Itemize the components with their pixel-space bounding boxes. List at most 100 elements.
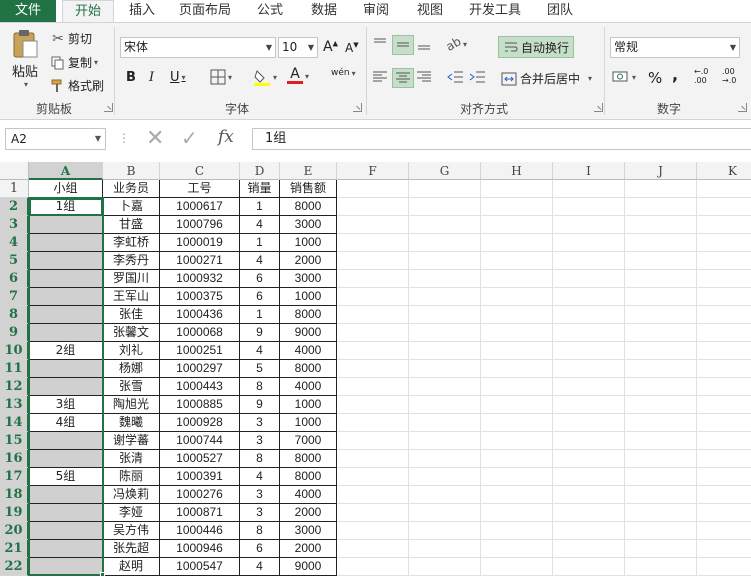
header-cell[interactable]: 销售额 — [280, 180, 337, 198]
cell[interactable] — [409, 252, 481, 270]
borders-button[interactable]: ▾ — [210, 69, 232, 85]
formula-input[interactable]: 1组 — [252, 128, 751, 150]
cell[interactable] — [697, 234, 751, 252]
cell[interactable] — [337, 252, 409, 270]
column-header-i[interactable]: I — [553, 162, 625, 180]
orientation-button[interactable]: ab ▾ — [444, 34, 467, 54]
decrease-font-button[interactable]: A▼ — [345, 41, 359, 55]
cell[interactable] — [337, 270, 409, 288]
cell[interactable] — [553, 198, 625, 216]
table-cell[interactable] — [29, 306, 103, 324]
table-cell[interactable]: 张馨文 — [103, 324, 160, 342]
row-header-2[interactable]: 2 — [0, 198, 29, 216]
table-cell[interactable]: 6 — [240, 270, 280, 288]
table-cell[interactable]: 1000885 — [160, 396, 240, 414]
table-cell[interactable]: 1000796 — [160, 216, 240, 234]
cell[interactable] — [409, 342, 481, 360]
table-cell[interactable]: 3 — [240, 414, 280, 432]
column-header-f[interactable]: F — [337, 162, 409, 180]
table-cell[interactable]: 3 — [240, 504, 280, 522]
cell[interactable] — [409, 504, 481, 522]
table-cell[interactable]: 4 — [240, 252, 280, 270]
table-cell[interactable] — [29, 432, 103, 450]
cell[interactable] — [337, 342, 409, 360]
cell[interactable] — [481, 450, 553, 468]
font-launcher-icon[interactable] — [353, 103, 362, 112]
tab-data[interactable]: 数据 — [302, 0, 346, 22]
align-middle-button[interactable] — [392, 35, 414, 55]
cell[interactable] — [409, 180, 481, 198]
cell[interactable] — [337, 360, 409, 378]
table-cell[interactable]: 4000 — [280, 342, 337, 360]
table-cell[interactable]: 8 — [240, 522, 280, 540]
tab-home[interactable]: 开始 — [62, 0, 114, 23]
cell[interactable] — [409, 360, 481, 378]
cell[interactable] — [697, 360, 751, 378]
table-cell[interactable]: 2000 — [280, 252, 337, 270]
cell[interactable] — [337, 396, 409, 414]
paste-button[interactable]: 粘贴 ▾ — [8, 29, 42, 97]
cell[interactable] — [625, 414, 697, 432]
clipboard-launcher-icon[interactable] — [104, 103, 113, 112]
cell[interactable] — [553, 252, 625, 270]
align-right-button[interactable] — [414, 68, 436, 88]
cell[interactable] — [553, 288, 625, 306]
table-cell[interactable]: 6 — [240, 288, 280, 306]
cell[interactable] — [625, 216, 697, 234]
cell[interactable] — [409, 270, 481, 288]
row-header-14[interactable]: 14 — [0, 414, 29, 432]
table-cell[interactable]: 6 — [240, 540, 280, 558]
number-format-combo[interactable]: 常规 ▼ — [610, 37, 740, 58]
table-cell[interactable]: 4 — [240, 216, 280, 234]
table-cell[interactable]: 1000547 — [160, 558, 240, 576]
cell[interactable] — [409, 414, 481, 432]
table-cell[interactable]: 1 — [240, 234, 280, 252]
cell[interactable] — [697, 306, 751, 324]
table-cell[interactable]: 卜嘉 — [103, 198, 160, 216]
table-cell[interactable]: 李秀丹 — [103, 252, 160, 270]
row-header-8[interactable]: 8 — [0, 306, 29, 324]
table-cell[interactable]: 9000 — [280, 558, 337, 576]
cell[interactable] — [337, 378, 409, 396]
select-all-corner[interactable] — [0, 162, 29, 180]
cell[interactable] — [481, 378, 553, 396]
align-top-button[interactable] — [370, 35, 392, 55]
table-cell[interactable]: 8 — [240, 378, 280, 396]
cell[interactable] — [697, 324, 751, 342]
cell[interactable] — [697, 288, 751, 306]
table-cell[interactable] — [29, 450, 103, 468]
table-cell[interactable]: 1000443 — [160, 378, 240, 396]
row-header-17[interactable]: 17 — [0, 468, 29, 486]
table-cell[interactable] — [29, 486, 103, 504]
table-cell[interactable]: 8 — [240, 450, 280, 468]
tab-formulas[interactable]: 公式 — [248, 0, 292, 22]
cell[interactable] — [697, 468, 751, 486]
table-cell[interactable]: 1000928 — [160, 414, 240, 432]
tab-insert[interactable]: 插入 — [120, 0, 164, 22]
table-cell[interactable]: 3000 — [280, 522, 337, 540]
cell[interactable] — [625, 342, 697, 360]
increase-indent-button[interactable] — [468, 68, 490, 88]
cell[interactable] — [625, 486, 697, 504]
row-header-15[interactable]: 15 — [0, 432, 29, 450]
tab-review[interactable]: 审阅 — [354, 0, 398, 22]
table-cell[interactable]: 李虹桥 — [103, 234, 160, 252]
table-cell[interactable]: 4 — [240, 342, 280, 360]
table-cell[interactable]: 5组 — [29, 468, 103, 486]
column-header-a[interactable]: A — [29, 162, 103, 180]
table-cell[interactable]: 1000 — [280, 288, 337, 306]
table-cell[interactable] — [29, 324, 103, 342]
cell[interactable] — [697, 414, 751, 432]
table-cell[interactable]: 4 — [240, 468, 280, 486]
cell[interactable] — [553, 558, 625, 576]
accounting-format-button[interactable]: ▾ — [612, 69, 636, 85]
table-cell[interactable]: 3000 — [280, 270, 337, 288]
cell[interactable] — [481, 486, 553, 504]
table-cell[interactable]: 1000932 — [160, 270, 240, 288]
column-header-k[interactable]: K — [697, 162, 751, 180]
header-cell[interactable]: 小组 — [29, 180, 103, 198]
align-bottom-button[interactable] — [414, 35, 436, 55]
cell[interactable] — [553, 432, 625, 450]
cell[interactable] — [337, 216, 409, 234]
name-box[interactable]: A2 ▼ — [5, 128, 106, 150]
